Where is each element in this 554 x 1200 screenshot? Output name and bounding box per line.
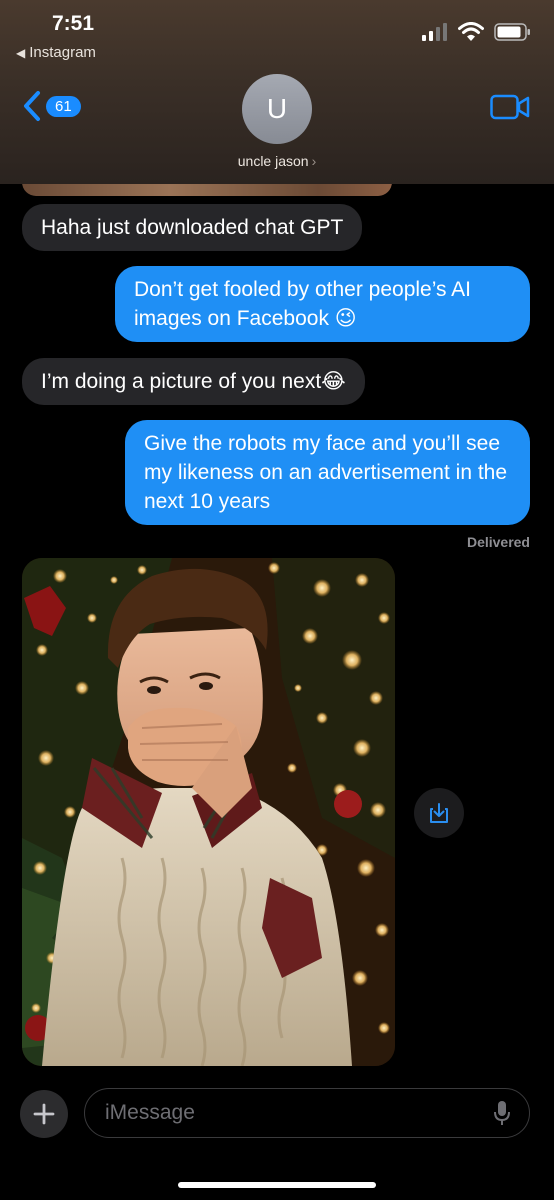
imessage-placeholder: iMessage — [105, 1101, 195, 1124]
video-camera-icon — [490, 94, 530, 120]
battery-icon — [494, 23, 530, 41]
message-bubble-received[interactable]: I’m doing a picture of you next😂 — [22, 358, 365, 405]
home-indicator[interactable] — [178, 1182, 376, 1188]
back-to-conversations-button[interactable]: 61 — [22, 90, 81, 122]
download-icon — [430, 803, 448, 823]
delivered-status: Delivered — [466, 534, 530, 550]
message-bubble-sent[interactable]: Don’t get fooled by other people’s AI im… — [115, 266, 530, 342]
contact-avatar[interactable]: U — [242, 74, 312, 144]
back-triangle-icon: ◀ — [16, 46, 26, 60]
back-to-app-link[interactable]: ◀ Instagram — [16, 44, 96, 61]
dictation-mic-button[interactable] — [493, 1100, 511, 1131]
contact-name-button[interactable]: uncle jason › — [0, 153, 554, 169]
contact-name: uncle jason — [237, 153, 309, 169]
save-image-button[interactable] — [414, 788, 464, 838]
wifi-icon — [458, 22, 484, 41]
facetime-video-button[interactable] — [490, 94, 530, 125]
conversation-header: 7:51 ◀ Instagram 61 U uncle jason › — [0, 0, 554, 184]
message-bubble-sent[interactable]: Give the robots my face and you’ll see m… — [125, 420, 530, 525]
message-bubble-received[interactable]: Haha just downloaded chat GPT — [22, 204, 363, 251]
status-time: 7:51 — [52, 12, 95, 35]
chevron-left-icon — [24, 91, 40, 121]
imessage-input[interactable]: iMessage — [84, 1088, 530, 1138]
apps-plus-button[interactable] — [20, 1090, 68, 1138]
chevron-right-icon: › — [311, 153, 317, 169]
image-attachment[interactable] — [22, 558, 395, 1066]
microphone-icon — [494, 1101, 510, 1125]
cellular-signal-icon — [422, 23, 447, 41]
plus-icon — [33, 1103, 55, 1125]
unread-count-badge: 61 — [46, 95, 81, 117]
status-icons — [422, 22, 532, 42]
photo-image — [22, 558, 395, 1066]
back-app-label: Instagram — [29, 44, 96, 61]
